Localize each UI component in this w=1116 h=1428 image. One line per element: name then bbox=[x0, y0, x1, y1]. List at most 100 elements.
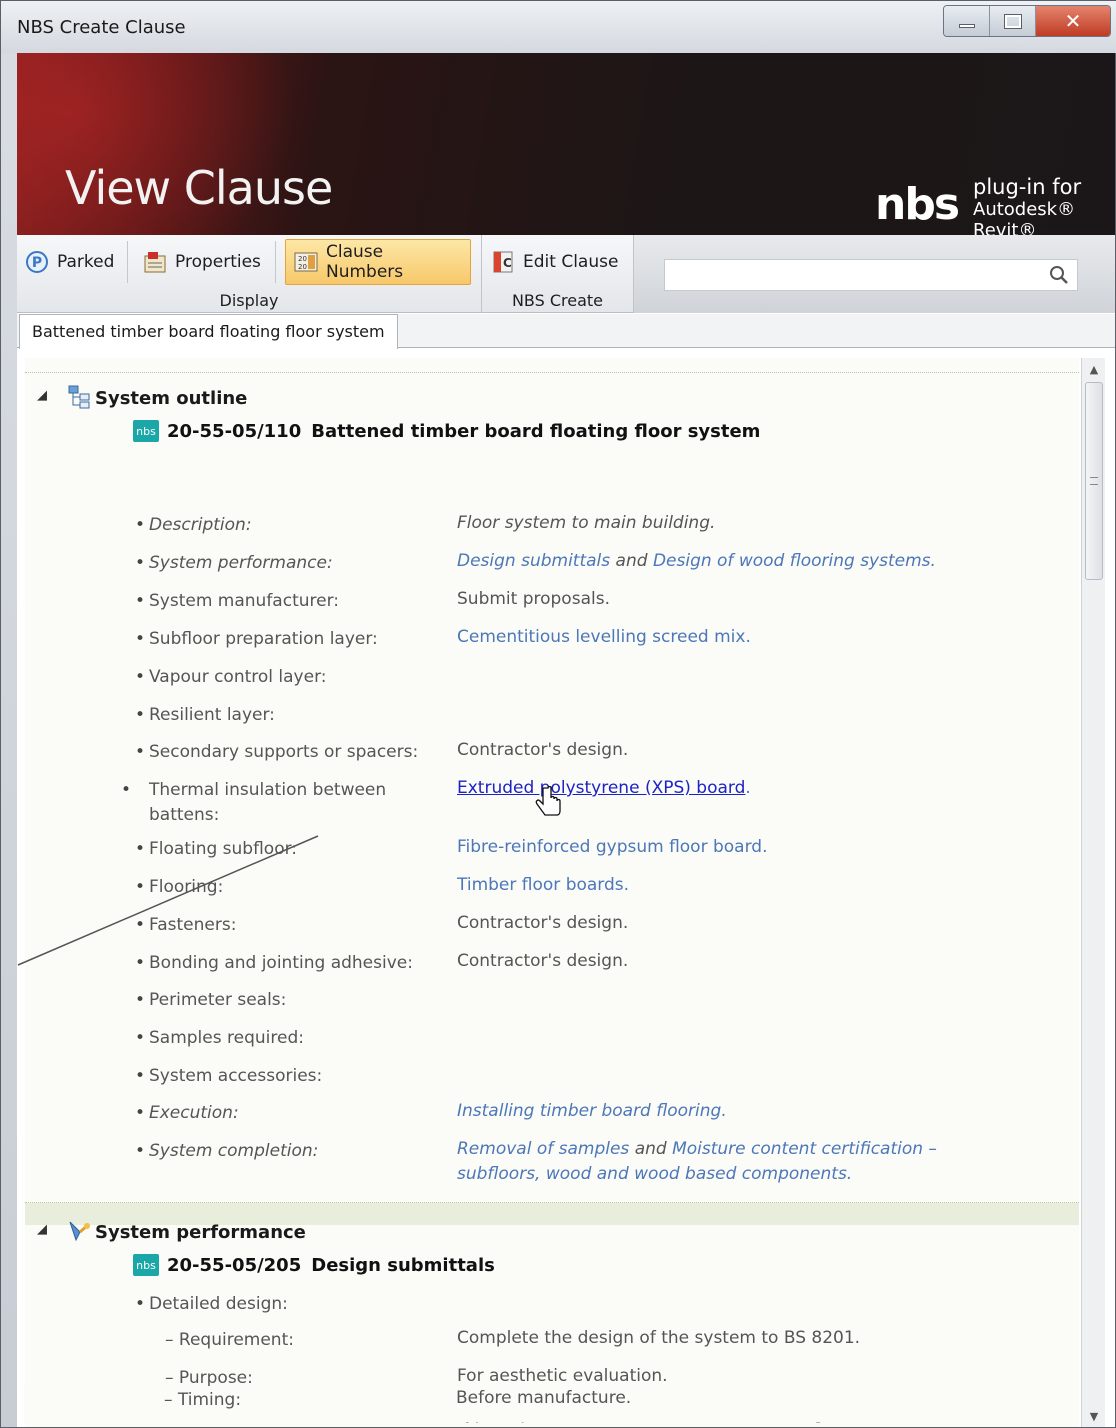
row-label: • Resilient layer: bbox=[135, 705, 275, 725]
nbs-create-group-label: NBS Create bbox=[511, 291, 604, 310]
window-controls: ✕ bbox=[943, 5, 1111, 37]
row-label: • Execution: bbox=[135, 1103, 239, 1123]
clause-header-205: nbs 20-55-05/205 Design submittals bbox=[133, 1254, 495, 1276]
row-label: • Subfloor preparation layer: bbox=[135, 629, 378, 649]
properties-label: Properties bbox=[175, 252, 261, 272]
row-value: Submit proposals. bbox=[457, 589, 610, 609]
row-label: • Perimeter seals: bbox=[135, 990, 287, 1010]
row-label: • Thermal insulation between battens: bbox=[121, 780, 387, 825]
link-design-wood-flooring[interactable]: Design of wood flooring systems bbox=[653, 551, 931, 571]
svg-text:20: 20 bbox=[298, 263, 307, 271]
row-value: Contractor's design. bbox=[457, 913, 629, 933]
clause-content: ◢ System outline nbs 20-55-05/110 Batten… bbox=[25, 358, 1079, 1427]
document-tabstrip: Battened timber board floating floor sys… bbox=[17, 314, 1115, 349]
link-moisture-certification[interactable]: Moisture content certification – bbox=[672, 1139, 937, 1159]
sub-row-label: – Purpose: bbox=[165, 1368, 253, 1388]
search-area bbox=[634, 235, 1115, 313]
maximize-icon bbox=[1003, 13, 1022, 29]
search-input[interactable] bbox=[671, 264, 1041, 286]
parked-button[interactable]: P Parked bbox=[17, 239, 122, 285]
row-label: • Detailed design: bbox=[135, 1294, 288, 1314]
maximize-button[interactable] bbox=[990, 6, 1036, 36]
minimize-icon bbox=[958, 24, 975, 28]
sub-row-label: – Requirement: bbox=[165, 1330, 294, 1350]
tree-icon bbox=[67, 384, 93, 410]
link-installing-flooring[interactable]: Installing timber board flooring bbox=[457, 1101, 721, 1121]
properties-button[interactable]: Properties bbox=[135, 239, 269, 285]
scroll-down-button[interactable]: ▼ bbox=[1082, 1405, 1106, 1427]
display-group-label: Display bbox=[219, 291, 279, 310]
tab-clause[interactable]: Battened timber board floating floor sys… bbox=[19, 314, 398, 349]
link-screed-mix[interactable]: Cementitious levelling screed mix bbox=[457, 627, 745, 647]
edit-clause-button[interactable]: C Edit Clause bbox=[483, 239, 626, 285]
clause-numbers-label: Clause Numbers bbox=[326, 242, 404, 282]
row-value: Installing timber board flooring. bbox=[457, 1101, 727, 1121]
row-label: • System manufacturer: bbox=[135, 591, 340, 611]
scroll-thumb[interactable] bbox=[1085, 382, 1103, 580]
clause-header-110: nbs 20-55-05/110 Battened timber board f… bbox=[133, 420, 760, 442]
row-value: Cementitious levelling screed mix. bbox=[457, 627, 751, 647]
link-design-submittals[interactable]: Design submittals bbox=[457, 551, 610, 571]
logo-subtitle-1: plug-in for bbox=[973, 175, 1082, 199]
title-bar[interactable]: NBS Create Clause ✕ bbox=[1, 1, 1116, 53]
row-label: • Bonding and jointing adhesive: bbox=[135, 953, 413, 973]
search-box[interactable] bbox=[664, 259, 1078, 291]
svg-text:P: P bbox=[32, 255, 42, 271]
row-value: Contractor's design. bbox=[457, 740, 629, 760]
edit-clause-label: Edit Clause bbox=[523, 252, 619, 272]
logo-subtitle-2: Autodesk® Revit® bbox=[973, 199, 1076, 235]
row-label: • Vapour control layer: bbox=[135, 667, 327, 687]
sub-row-label: – Timing: bbox=[164, 1390, 242, 1410]
svg-text:C: C bbox=[503, 256, 512, 270]
row-value: Floor system to main building. bbox=[457, 513, 716, 533]
row-label: • System accessories: bbox=[135, 1066, 323, 1086]
link-timber-boards[interactable]: Timber floor boards bbox=[457, 875, 624, 895]
row-value: Design submittals and Design of wood flo… bbox=[457, 551, 936, 571]
row-label: • Fasteners: bbox=[135, 915, 237, 935]
link-gypsum-board[interactable]: Fibre-reinforced gypsum floor board bbox=[457, 837, 762, 857]
window-title: NBS Create Clause bbox=[17, 17, 186, 38]
clause-number: 20-55-05/110 bbox=[167, 420, 302, 442]
close-button[interactable]: ✕ bbox=[1036, 6, 1110, 36]
page-title: View Clause bbox=[65, 161, 333, 215]
link-removal-samples[interactable]: Removal of samples bbox=[457, 1139, 629, 1159]
row-label: • Description: bbox=[135, 515, 252, 535]
grip-icon bbox=[1090, 477, 1098, 485]
collapse-arrow[interactable]: ◢ bbox=[37, 1222, 47, 1237]
row-value: Complete the design of the system to BS … bbox=[457, 1328, 861, 1348]
row-label: • System performance: bbox=[135, 553, 333, 573]
hand-cursor-icon bbox=[533, 785, 563, 824]
header-banner: View Clause nbs plug-in for Autodesk® Re… bbox=[17, 53, 1115, 235]
properties-icon bbox=[143, 250, 167, 274]
section-heading-performance: System performance bbox=[95, 1222, 306, 1243]
row-label: • Flooring: bbox=[135, 877, 224, 897]
clause-number: 20-55-05/205 bbox=[167, 1254, 302, 1276]
timing-row: – Timing: Before manufacture. bbox=[24, 1386, 1078, 1422]
row-label: • Samples required: bbox=[135, 1028, 304, 1048]
parked-p-icon: P bbox=[25, 250, 49, 274]
app-window: NBS Create Clause ✕ View Clause nbs plug… bbox=[0, 0, 1116, 1428]
nbs-badge-icon: nbs bbox=[133, 420, 159, 442]
nbs-logo: nbs bbox=[875, 179, 960, 230]
svg-text:20: 20 bbox=[298, 255, 307, 263]
search-icon[interactable] bbox=[1049, 265, 1069, 289]
scroll-up-button[interactable]: ▲ bbox=[1082, 358, 1106, 380]
minimize-button[interactable] bbox=[944, 6, 990, 36]
row-value: Timber floor boards. bbox=[457, 875, 630, 895]
main-panel: View Clause nbs plug-in for Autodesk® Re… bbox=[17, 53, 1115, 1427]
toolbar-separator bbox=[275, 241, 276, 283]
row-label: • Floating subfloor: bbox=[135, 839, 298, 859]
vertical-scrollbar[interactable]: ▲ ▼ bbox=[1081, 358, 1105, 1427]
section-divider bbox=[25, 372, 1079, 373]
row-value: Removal of samples and Moisture content … bbox=[457, 1139, 937, 1184]
collapse-arrow[interactable]: ◢ bbox=[37, 388, 47, 403]
row-value: Before manufacture. bbox=[456, 1388, 632, 1408]
row-value: Fibre-reinforced gypsum floor board. bbox=[457, 837, 768, 857]
edit-clause-icon: C bbox=[491, 250, 515, 274]
clause-numbers-button[interactable]: 20 20 Clause Numbers bbox=[285, 239, 471, 285]
link-xps-board[interactable]: Extruded polystyrene (XPS) board bbox=[457, 778, 745, 798]
row-label: • System completion: bbox=[135, 1141, 319, 1161]
link-subfloors-wood[interactable]: subfloors, wood and wood based component… bbox=[457, 1164, 847, 1184]
performance-icon bbox=[67, 1218, 93, 1244]
row-value: Contractor's design. bbox=[457, 951, 629, 971]
